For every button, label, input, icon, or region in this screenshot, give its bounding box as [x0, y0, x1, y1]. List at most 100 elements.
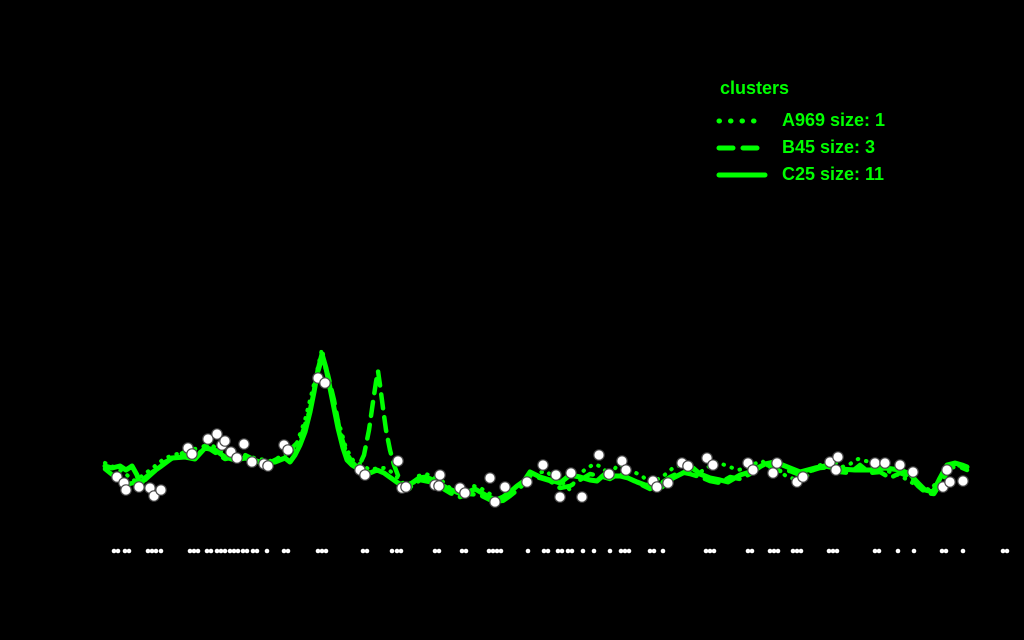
- rug-dot: [208, 548, 214, 554]
- rug-dot: [222, 548, 228, 554]
- scatter-point: [231, 452, 243, 464]
- rug-dot: [191, 548, 197, 554]
- rug-dot: [285, 548, 291, 554]
- solid-line-icon: [716, 172, 768, 177]
- rug-dot: [214, 548, 220, 554]
- scatter-point: [894, 459, 906, 471]
- rug-dot: [565, 548, 571, 554]
- rug-dot: [826, 548, 832, 554]
- scatter-point: [576, 491, 588, 503]
- scatter-point: [246, 456, 258, 468]
- rug-dot: [775, 548, 781, 554]
- rug-dot: [494, 548, 500, 554]
- scatter-point: [433, 480, 445, 492]
- legend-entry-c25: C25 size: 11: [716, 161, 885, 188]
- plot-area: clusters A969 size: 1 B45 size: 3 C25 si…: [0, 0, 1024, 640]
- rug-dot: [798, 548, 804, 554]
- scatter-point: [830, 464, 842, 476]
- rug-dot: [323, 548, 329, 554]
- scatter-point: [707, 459, 719, 471]
- legend-label: A969 size: 1: [782, 110, 886, 130]
- rug-dot: [525, 548, 531, 554]
- scatter-point: [434, 469, 446, 481]
- scatter-point: [489, 496, 501, 508]
- scatter-point: [459, 487, 471, 499]
- rug-dot: [281, 548, 287, 554]
- rug-dot: [895, 548, 901, 554]
- rug-dot: [111, 548, 117, 554]
- rug-dot: [651, 548, 657, 554]
- rug-dot: [231, 548, 237, 554]
- rug-dot: [559, 548, 565, 554]
- dashed-line-icon: [716, 145, 768, 150]
- scatter-point: [133, 481, 145, 493]
- rug-dot: [939, 548, 945, 554]
- scatter-point: [797, 471, 809, 483]
- rug-dot: [204, 548, 210, 554]
- rug-dot: [626, 548, 632, 554]
- rug-dot: [145, 548, 151, 554]
- rug-dot: [360, 548, 366, 554]
- scatter-point: [941, 464, 953, 476]
- rug-dot: [872, 548, 878, 554]
- scatter-point: [550, 469, 562, 481]
- rug-dot: [834, 548, 840, 554]
- rug-dot: [463, 548, 469, 554]
- scatter-point: [832, 451, 844, 463]
- rug-dot: [541, 548, 547, 554]
- scatter-point: [662, 477, 674, 489]
- rug-dot: [790, 548, 796, 554]
- rug-dot: [703, 548, 709, 554]
- scatter-point: [262, 460, 274, 472]
- rug-dot: [745, 548, 751, 554]
- rug-dot: [911, 548, 917, 554]
- scatter-point: [771, 457, 783, 469]
- rug-dot: [569, 548, 575, 554]
- legend-entry-a969: A969 size: 1: [716, 107, 885, 134]
- scatter-point: [120, 484, 132, 496]
- scatter-point: [593, 449, 605, 461]
- rug-dot: [1000, 548, 1006, 554]
- scatter-point: [651, 481, 663, 493]
- rug-dot: [490, 548, 496, 554]
- rug-dot: [591, 548, 597, 554]
- rug-dot: [394, 548, 400, 554]
- legend-label: C25 size: 11: [782, 164, 885, 184]
- series-line-b45: [102, 355, 970, 506]
- rug-dot: [398, 548, 404, 554]
- scatter-point: [554, 491, 566, 503]
- dotted-line-icon: [716, 118, 768, 123]
- rug-dot: [711, 548, 717, 554]
- rug-dot: [195, 548, 201, 554]
- scatter-point: [392, 455, 404, 467]
- rug-dot: [436, 548, 442, 554]
- rug-dot: [749, 548, 755, 554]
- rug-dot: [707, 548, 713, 554]
- scatter-point: [282, 444, 294, 456]
- scatter-point: [603, 468, 615, 480]
- scatter-point: [869, 457, 881, 469]
- series-line-a969: [103, 347, 969, 505]
- rug-dot: [767, 548, 773, 554]
- scatter-point: [767, 467, 779, 479]
- rug-dot: [126, 548, 132, 554]
- rug-dot: [830, 548, 836, 554]
- scatter-point: [907, 466, 919, 478]
- scatter-point: [682, 460, 694, 472]
- rug-dot: [432, 548, 438, 554]
- rug-dot: [227, 548, 233, 554]
- rug-dot: [264, 548, 270, 554]
- scatter-point: [219, 435, 231, 447]
- scatter-point: [957, 475, 969, 487]
- rug-dot: [876, 548, 882, 554]
- rug-dot: [235, 548, 241, 554]
- scatter-point: [400, 481, 412, 493]
- rug-dot: [1004, 548, 1010, 554]
- rug-dot: [647, 548, 653, 554]
- rug-dot: [315, 548, 321, 554]
- legend-label: B45 size: 3: [782, 137, 876, 157]
- rug-dot: [319, 548, 325, 554]
- scatter-point: [319, 377, 331, 389]
- scatter-point: [499, 481, 511, 493]
- rug-dot: [580, 548, 586, 554]
